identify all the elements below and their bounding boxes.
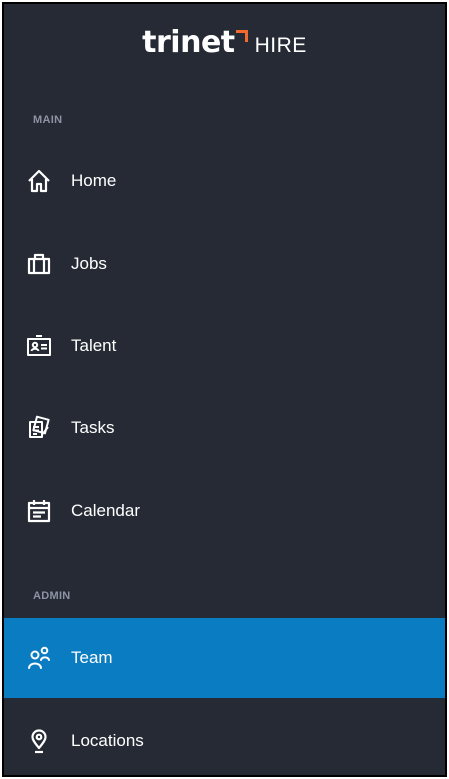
sidebar-item-team[interactable]: Team bbox=[4, 618, 445, 698]
sidebar-item-jobs[interactable]: Jobs bbox=[4, 224, 445, 304]
id-card-icon bbox=[25, 332, 53, 360]
section-label-main: MAIN bbox=[33, 114, 63, 126]
sidebar-item-label: Team bbox=[71, 648, 113, 667]
task-list-icon bbox=[25, 414, 53, 442]
sidebar-item-label: Calendar bbox=[71, 501, 140, 520]
sidebar-item-label: Tasks bbox=[71, 418, 115, 437]
home-icon bbox=[25, 167, 53, 195]
section-label-admin: ADMIN bbox=[33, 590, 71, 602]
sidebar-item-tasks[interactable]: Tasks bbox=[4, 388, 445, 468]
location-pin-icon bbox=[25, 727, 53, 755]
sidebar-item-label: Locations bbox=[71, 731, 144, 750]
sidebar-item-calendar[interactable]: Calendar bbox=[4, 471, 445, 551]
trinet-hire-logo[interactable]: trinet HIRE bbox=[4, 28, 445, 58]
sidebar-item-label: Home bbox=[71, 171, 117, 190]
logo-corner-mark bbox=[235, 30, 248, 42]
sidebar-item-home[interactable]: Home bbox=[4, 141, 445, 221]
logo-wordmark: trinet bbox=[142, 25, 235, 60]
sidebar-item-label: Jobs bbox=[71, 254, 107, 273]
logo-product-name: HIRE bbox=[254, 34, 307, 57]
calendar-icon bbox=[25, 497, 53, 525]
sidebar-item-locations[interactable]: Locations bbox=[4, 701, 445, 775]
briefcase-icon bbox=[25, 250, 53, 278]
sidebar: trinet HIRE MAIN Home Jobs Talent Tasks … bbox=[2, 2, 447, 777]
sidebar-item-talent[interactable]: Talent bbox=[4, 306, 445, 386]
team-icon bbox=[25, 644, 53, 672]
sidebar-item-label: Talent bbox=[71, 336, 117, 355]
